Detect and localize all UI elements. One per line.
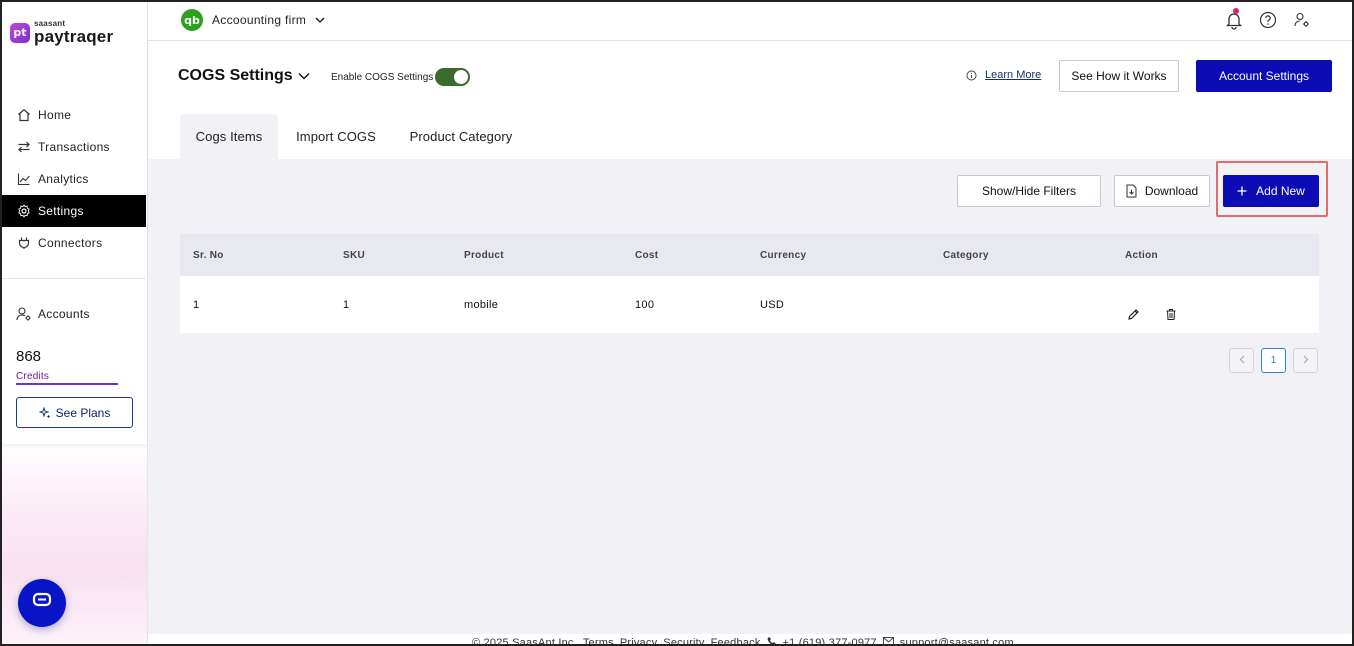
highlight-annotation — [1216, 161, 1328, 217]
chevron-right-icon — [1303, 355, 1309, 367]
sidebar-item-analytics[interactable]: Analytics — [0, 163, 146, 195]
download-button[interactable]: Download — [1114, 175, 1210, 207]
page-title: COGS Settings — [178, 67, 293, 84]
sparkle-icon — [38, 406, 51, 419]
pagination-next[interactable] — [1293, 348, 1318, 373]
trash-icon[interactable] — [1163, 306, 1179, 322]
cogs-items-table: Sr. No SKU Product Cost Currency Categor… — [180, 234, 1319, 333]
credits-progress-bar — [16, 383, 118, 385]
help-icon[interactable] — [1256, 8, 1280, 32]
phone-icon — [767, 636, 777, 646]
sidebar-item-settings[interactable]: Settings — [0, 195, 146, 227]
see-how-it-works-button[interactable]: See How it Works — [1059, 60, 1179, 92]
sidebar-item-label: Transactions — [38, 140, 110, 154]
footer-security-link[interactable]: Security — [663, 637, 704, 646]
pagination-prev[interactable] — [1229, 348, 1254, 373]
download-icon — [1126, 184, 1137, 198]
chevron-left-icon — [1239, 355, 1245, 367]
user-settings-icon[interactable] — [1290, 8, 1314, 32]
logo-brand-name: paytraqer — [34, 27, 114, 46]
plug-icon — [16, 235, 32, 251]
sidebar-item-label: Connectors — [38, 236, 103, 250]
footer-email[interactable]: support@saasant.com — [900, 637, 1014, 646]
cell-cost: 100 — [635, 299, 655, 311]
learn-more-link[interactable]: Learn More — [985, 69, 1041, 81]
sidebar-accounts-section: Accounts — [0, 298, 146, 330]
top-bar-actions — [1212, 8, 1314, 32]
column-header-sr-no: Sr. No — [193, 249, 224, 261]
user-settings-icon — [16, 306, 32, 322]
enable-cogs-label: Enable COGS Settings — [331, 72, 434, 83]
home-icon — [16, 107, 32, 123]
cell-sku: 1 — [343, 299, 350, 311]
info-icon — [966, 70, 977, 81]
edit-icon[interactable] — [1125, 306, 1141, 322]
learn-more-link-group: Learn More — [966, 69, 1041, 81]
transfer-arrows-icon — [16, 139, 32, 155]
column-header-action: Action — [1125, 249, 1158, 261]
sidebar-divider — [2, 278, 146, 279]
mail-icon — [882, 636, 894, 646]
tab-product-category[interactable]: Product Category — [398, 114, 524, 159]
see-plans-button[interactable]: See Plans — [16, 397, 133, 428]
gear-icon — [16, 203, 32, 219]
chevron-down-icon — [298, 72, 310, 80]
column-header-currency: Currency — [760, 249, 807, 261]
table-header: Sr. No SKU Product Cost Currency Categor… — [180, 234, 1319, 276]
sidebar-item-label: Accounts — [38, 307, 90, 321]
quickbooks-logo: qb — [181, 9, 203, 31]
footer-privacy-link[interactable]: Privacy — [620, 637, 657, 646]
notification-dot — [1233, 8, 1239, 14]
footer-copyright: © 2025 SaasAnt Inc. — [472, 636, 577, 646]
column-header-cost: Cost — [635, 249, 659, 261]
sidebar-item-label: Home — [38, 108, 72, 122]
sidebar-item-label: Analytics — [38, 172, 89, 186]
row-actions — [1125, 306, 1201, 322]
company-selector[interactable]: qb Accoounting firm — [181, 9, 325, 31]
footer: © 2025 SaasAnt Inc. Terms Privacy Securi… — [148, 634, 1352, 646]
sidebar-item-home[interactable]: Home — [0, 99, 146, 131]
main-content — [148, 159, 1352, 634]
app-logo[interactable]: pt saasant paytraqer — [10, 20, 113, 45]
footer-feedback-link[interactable]: Feedback — [711, 637, 761, 646]
sidebar-item-connectors[interactable]: Connectors — [0, 227, 146, 259]
sidebar-nav: Home Transactions Analytics Settings Con… — [0, 99, 146, 259]
tab-cogs-items[interactable]: Cogs Items — [180, 114, 278, 159]
table-row: 1 1 mobile 100 USD — [180, 276, 1319, 333]
sidebar-item-accounts[interactable]: Accounts — [0, 298, 146, 330]
footer-terms-link[interactable]: Terms — [583, 637, 614, 646]
footer-phone[interactable]: +1 (619) 377-0977 — [783, 637, 877, 646]
cell-product: mobile — [464, 299, 499, 311]
see-plans-label: See Plans — [55, 405, 111, 420]
company-name: Accoounting firm — [212, 13, 307, 27]
account-settings-button[interactable]: Account Settings — [1196, 60, 1332, 92]
credits-label: Credits — [16, 371, 50, 382]
credits-count: 868 — [16, 348, 42, 365]
column-header-product: Product — [464, 249, 504, 261]
show-hide-filters-button[interactable]: Show/Hide Filters — [957, 175, 1101, 207]
chevron-down-icon — [315, 16, 325, 24]
sidebar-item-transactions[interactable]: Transactions — [0, 131, 146, 163]
chart-line-icon — [16, 171, 32, 187]
sidebar: pt saasant paytraqer Home Transactions A… — [0, 0, 148, 646]
cell-currency: USD — [760, 299, 785, 311]
bell-icon[interactable] — [1222, 8, 1246, 32]
tab-import-cogs[interactable]: Import COGS — [285, 114, 387, 159]
download-label: Download — [1144, 184, 1199, 198]
sidebar-item-label: Settings — [38, 204, 84, 218]
logo-badge: pt — [10, 22, 30, 43]
top-bar: qb Accoounting firm — [148, 0, 1354, 41]
chat-support-button[interactable] — [18, 579, 66, 627]
page-title-dropdown[interactable]: COGS Settings — [178, 67, 310, 85]
enable-cogs-toggle[interactable] — [435, 68, 470, 86]
pagination-page[interactable]: 1 — [1261, 348, 1286, 373]
toggle-knob — [454, 70, 468, 84]
cell-sr-no: 1 — [193, 299, 200, 311]
chat-icon — [32, 592, 52, 615]
column-header-category: Category — [943, 249, 989, 261]
column-header-sku: SKU — [343, 249, 366, 261]
